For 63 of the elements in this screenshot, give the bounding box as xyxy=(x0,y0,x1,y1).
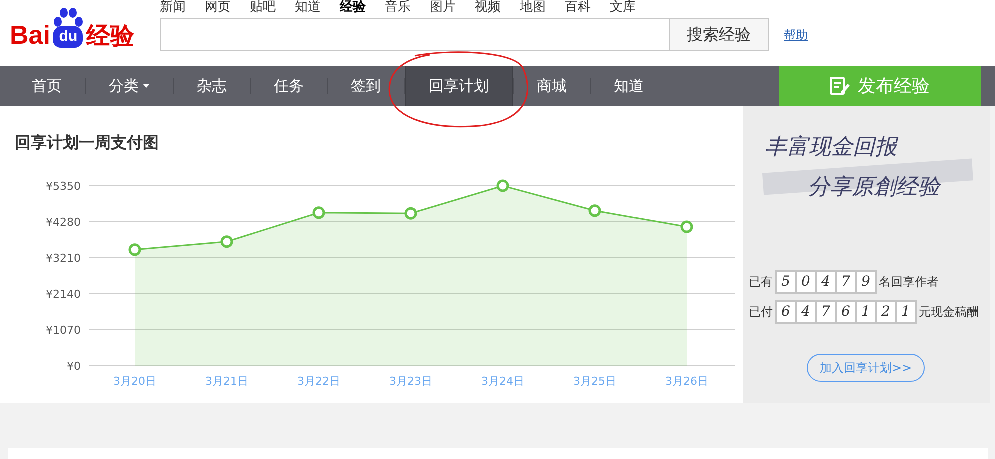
y-tick-label: ¥5350 xyxy=(46,180,81,193)
top-link[interactable]: 贴吧 xyxy=(250,0,276,16)
nav-tab[interactable]: 回享计划 xyxy=(405,66,513,106)
top-link[interactable]: 经验 xyxy=(340,0,366,16)
y-tick-label: ¥1070 xyxy=(46,324,81,337)
y-tick-label: ¥4280 xyxy=(46,216,81,229)
data-point xyxy=(588,204,602,218)
nav-tab[interactable]: 分类 xyxy=(86,66,173,106)
counter-digit: 5 xyxy=(777,272,795,292)
x-tick-label: 3月25日 xyxy=(574,375,616,388)
counter-digit: 6 xyxy=(837,302,855,322)
nav-tab[interactable]: 知道 xyxy=(591,66,667,106)
data-point xyxy=(404,207,418,220)
top-link[interactable]: 知道 xyxy=(295,0,321,16)
counter-digit: 6 xyxy=(777,302,795,322)
y-tick-label: ¥0 xyxy=(67,360,81,373)
counter-digit: 1 xyxy=(897,302,915,322)
counter-digit: 7 xyxy=(817,302,835,322)
data-point xyxy=(220,236,234,248)
y-tick-label: ¥2140 xyxy=(46,288,81,301)
banner-text: 丰富现金回报 xyxy=(765,134,897,162)
data-point xyxy=(496,180,510,192)
counter-digit: 2 xyxy=(877,302,895,322)
nav-tab[interactable]: 签到 xyxy=(328,66,404,106)
stat-label: 已付 xyxy=(749,304,773,321)
top-link[interactable]: 百科 xyxy=(565,0,591,16)
stat-label: 已有 xyxy=(749,274,773,291)
x-tick-label: 3月22日 xyxy=(298,375,340,388)
stat-label: 名回享作者 xyxy=(879,274,939,291)
nav-tab[interactable]: 任务 xyxy=(251,66,327,106)
stat-label: 元现金稿酬 xyxy=(919,304,979,321)
edit-icon xyxy=(830,76,850,96)
x-tick-label: 3月26日 xyxy=(666,375,708,388)
counter-digit: 1 xyxy=(857,302,875,322)
data-point xyxy=(680,220,694,234)
x-tick-label: 3月23日 xyxy=(390,375,432,388)
counter-digit: 0 xyxy=(797,272,815,292)
top-link[interactable]: 新闻 xyxy=(160,0,186,16)
y-tick-label: ¥3210 xyxy=(46,252,81,265)
search-field[interactable] xyxy=(160,18,670,51)
banner-text: 分享原創经验 xyxy=(808,174,940,202)
baidu-logo[interactable]: Bai du 经验 xyxy=(0,0,160,66)
top-link[interactable]: 图片 xyxy=(430,0,456,16)
search-button[interactable]: 搜索经验 xyxy=(670,18,769,51)
nav-tab[interactable]: 首页 xyxy=(9,66,85,106)
top-link[interactable]: 视频 xyxy=(475,0,501,16)
data-point xyxy=(128,244,142,256)
x-tick-label: 3月21日 xyxy=(206,375,248,388)
top-link[interactable]: 文库 xyxy=(610,0,636,16)
chart-title: 回享计划一周支付图 xyxy=(15,132,159,154)
x-tick-label: 3月24日 xyxy=(482,375,524,388)
x-tick-label: 3月20日 xyxy=(114,375,156,388)
top-link[interactable]: 地图 xyxy=(520,0,546,16)
counter-digit: 7 xyxy=(837,272,855,292)
nav-tab[interactable]: 商城 xyxy=(514,66,590,106)
counter-digit: 9 xyxy=(857,272,875,292)
help-link[interactable]: 帮助 xyxy=(784,26,808,44)
nav-tab[interactable]: 杂志 xyxy=(174,66,250,106)
data-point xyxy=(312,206,326,220)
top-link[interactable]: 网页 xyxy=(205,0,231,16)
top-link[interactable]: 音乐 xyxy=(385,0,411,16)
counter-digit: 4 xyxy=(817,272,835,292)
counter-digit: 4 xyxy=(797,302,815,322)
